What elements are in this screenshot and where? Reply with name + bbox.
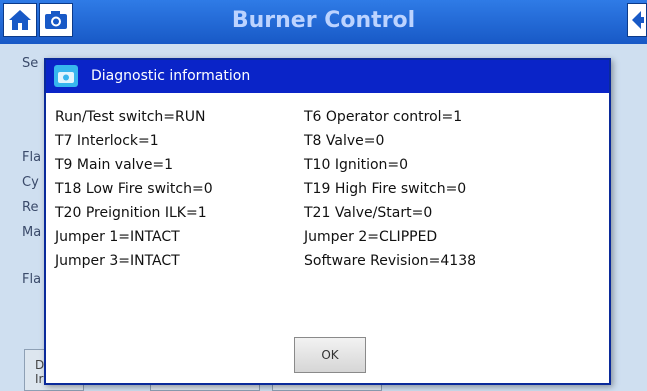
- diag-line: T9 Main valve=1: [55, 157, 174, 173]
- page-title: Burner Control: [231, 8, 416, 33]
- back-arrow-icon: [632, 11, 644, 29]
- dialog-title: Diagnostic information: [91, 68, 251, 84]
- diag-line: Jumper 1=INTACT: [55, 229, 180, 245]
- app-icon: [54, 65, 78, 87]
- ok-button[interactable]: OK: [294, 337, 366, 373]
- diag-line: T18 Low Fire switch=0: [55, 181, 213, 197]
- diag-line: T8 Valve=0: [304, 133, 385, 149]
- diag-line: Jumper 3=INTACT: [55, 253, 180, 269]
- bg-label-1: Se: [22, 56, 39, 71]
- diag-line: Software Revision=4138: [304, 253, 477, 269]
- diag-line: T10 Ignition=0: [304, 157, 409, 173]
- bg-label-4: Re: [22, 200, 39, 215]
- diag-line: T21 Valve/Start=0: [304, 205, 433, 221]
- bg-label-2: Fla: [22, 150, 42, 165]
- diag-line: T7 Interlock=1: [55, 133, 159, 149]
- back-button[interactable]: [627, 3, 647, 37]
- diag-line: Jumper 2=CLIPPED: [304, 229, 438, 245]
- bg-label-6: Fla: [22, 272, 42, 287]
- diag-line: T20 Preignition ILK=1: [55, 205, 207, 221]
- header-bar: Burner Control: [0, 0, 647, 44]
- dialog-titlebar: Diagnostic information: [46, 60, 609, 93]
- diag-line: T19 High Fire switch=0: [304, 181, 467, 197]
- diag-line: Run/Test switch=RUN: [55, 109, 206, 125]
- bg-label-5: Ma: [22, 225, 42, 240]
- diagnostic-dialog: Diagnostic information Run/Test switch=R…: [44, 58, 611, 385]
- bg-label-3: Cy: [22, 175, 39, 190]
- diag-line: T6 Operator control=1: [304, 109, 463, 125]
